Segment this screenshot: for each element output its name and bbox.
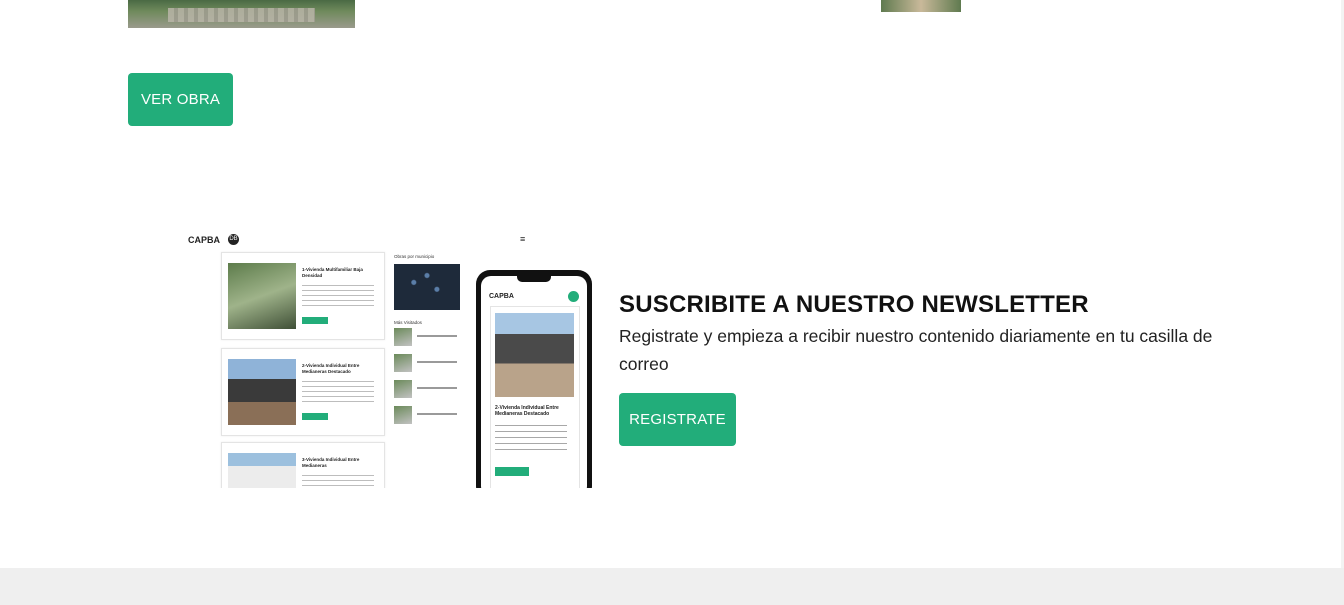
mockup-card-thumb — [228, 263, 296, 329]
phone-card-photo — [495, 313, 574, 397]
phone-menu-icon — [568, 291, 579, 302]
project-image-right — [881, 0, 961, 12]
mockup-card-title: 2-Vivienda Individual Entre Medianeras D… — [302, 363, 360, 374]
registrate-button[interactable]: REGISTRATE — [619, 393, 736, 446]
project-image-left — [128, 0, 355, 28]
mockup-sidebar-item — [394, 380, 460, 398]
mockup-card-title: 3-Vivienda Individual Entre Medianeras — [302, 457, 360, 468]
phone-mockup: CAPBA 2-Vivienda Individual Entre Median… — [476, 270, 592, 488]
mockup-card-thumb — [228, 359, 296, 425]
hamburger-icon: ≡ — [520, 234, 526, 244]
newsletter-mockup-image: CAPBA DB ≡ 1-Vivienda Multifamiliar Baja… — [150, 232, 595, 488]
mockup-sidebar-item — [394, 406, 460, 424]
mockup-logo-badge: DB — [228, 234, 239, 245]
phone-notch — [517, 276, 551, 282]
phone-screen: CAPBA 2-Vivienda Individual Entre Median… — [481, 276, 587, 488]
mockup-sidebar-title-2: Más Visitados — [394, 320, 422, 325]
phone-card-text — [495, 425, 567, 451]
mockup-logo: CAPBA — [188, 235, 221, 245]
mockup-sidebar-item — [394, 354, 460, 372]
ver-obra-button[interactable]: VER OBRA — [128, 73, 233, 126]
newsletter-title: SUSCRIBITE A NUESTRO NEWSLETTER — [619, 291, 1089, 318]
mockup-card-text — [302, 475, 374, 488]
phone-logo: CAPBA — [489, 293, 514, 300]
mockup-sidebar-item — [394, 328, 460, 346]
mockup-card-title: 1-Vivienda Multifamiliar Baja Densidad — [302, 267, 363, 278]
mockup-card-thumb — [228, 453, 296, 488]
mockup-card-button — [302, 413, 328, 420]
mockup-card-text — [302, 381, 374, 403]
phone-card: 2-Vivienda Individual Entre Medianeras D… — [490, 306, 580, 488]
newsletter-description: Registrate y empieza a recibir nuestro c… — [619, 326, 1213, 374]
footer-bar — [0, 568, 1344, 605]
mockup-map — [394, 264, 460, 310]
mockup-card-text — [302, 285, 374, 307]
phone-card-button — [495, 467, 529, 476]
mockup-card: 3-Vivienda Individual Entre Medianeras — [221, 442, 385, 488]
mockup-sidebar-title: Obras por municipio — [394, 254, 435, 259]
mockup-card: 1-Vivienda Multifamiliar Baja Densidad — [221, 252, 385, 340]
mockup-card: 2-Vivienda Individual Entre Medianeras D… — [221, 348, 385, 436]
mockup-card-button — [302, 317, 328, 324]
phone-card-title: 2-Vivienda Individual Entre Medianeras D… — [495, 405, 559, 417]
